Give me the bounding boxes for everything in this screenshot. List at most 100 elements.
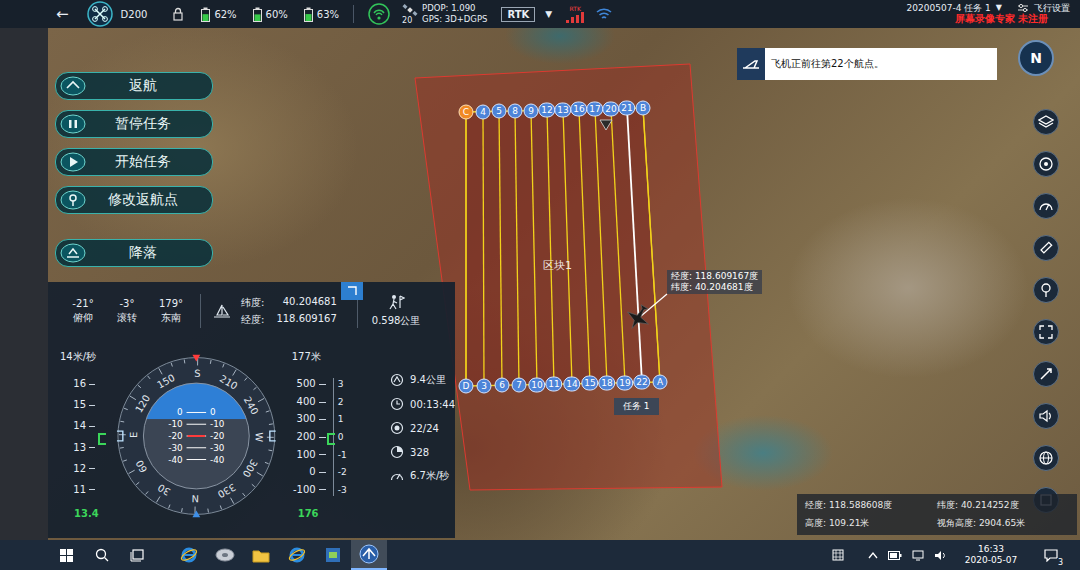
tool-button[interactable]: [1033, 151, 1059, 177]
network-icon[interactable]: [912, 550, 924, 561]
taskbar-app[interactable]: [243, 540, 279, 570]
waypoint[interactable]: 20: [602, 101, 619, 116]
waypoint[interactable]: 3: [477, 378, 492, 393]
instruments: 14米/秒16151413121113.4N3060E120150S210240…: [48, 340, 455, 538]
keyboard-icon[interactable]: [832, 549, 844, 561]
vertical-speed-tick: 0: [338, 431, 355, 443]
command-label: 返航: [87, 77, 198, 95]
waypoint[interactable]: 5: [492, 104, 507, 119]
disk-icon: [215, 547, 235, 563]
tail-pointer-icon: [192, 510, 200, 517]
roll-label: 滚转: [117, 311, 137, 325]
tool-button[interactable]: [1033, 193, 1059, 219]
vertical-speed-tick: 3: [338, 378, 355, 390]
task-view-button[interactable]: [120, 540, 156, 570]
rtk-mode[interactable]: RTK: [501, 7, 535, 22]
waypoint[interactable]: 10: [528, 377, 545, 392]
waypoint[interactable]: 13: [554, 102, 571, 117]
rtk-dropdown[interactable]: ▼: [545, 9, 552, 19]
start-button[interactable]: [48, 540, 84, 570]
altitude-tick: 400: [286, 396, 316, 408]
stat-value: 328: [410, 447, 429, 458]
command-button[interactable]: 降落: [55, 239, 213, 267]
command-button[interactable]: 修改返航点: [55, 186, 213, 214]
view-latitude: 纬度: 40.214252度: [937, 499, 1069, 512]
heading-label: N: [191, 493, 199, 504]
waypoint[interactable]: B: [636, 101, 651, 116]
command-label: 暂停任务: [87, 115, 198, 133]
taskbar-app[interactable]: [207, 540, 243, 570]
waypoint[interactable]: 16: [570, 102, 587, 117]
waypoint[interactable]: 18: [598, 376, 615, 391]
satellite-count: 20: [402, 4, 418, 25]
pitch-label: -40: [168, 455, 183, 465]
waypoint[interactable]: A: [653, 375, 668, 390]
flight-leg: [563, 110, 572, 384]
aircraft-symbol-icon: [188, 435, 206, 437]
clock-time[interactable]: 16:33: [978, 544, 1004, 555]
speed-tick: 16: [73, 378, 86, 390]
collapse-tab[interactable]: [341, 282, 363, 300]
roll-marker-icon: [117, 431, 123, 441]
clock-date[interactable]: 2020-05-07: [965, 555, 1017, 566]
drone-icon[interactable]: [87, 1, 113, 27]
flight-leg: [611, 109, 625, 383]
stat-value: 9.4公里: [410, 373, 446, 387]
flight-leg: [531, 111, 537, 385]
fullscreen-icon: [1038, 324, 1054, 340]
taskbar-app[interactable]: [315, 540, 351, 570]
taskbar-app[interactable]: [351, 540, 387, 570]
tool-button[interactable]: [1033, 235, 1059, 261]
search-button[interactable]: [84, 540, 120, 570]
waypoint[interactable]: 22: [633, 375, 650, 390]
tool-button[interactable]: [1033, 361, 1059, 387]
document-icon: [325, 547, 341, 563]
waypoint[interactable]: 8: [508, 103, 523, 118]
waypoint[interactable]: D: [459, 379, 474, 394]
tick-mark: [89, 489, 95, 490]
mission-name[interactable]: 20200507-4 任务 1: [907, 3, 991, 14]
settings-icon[interactable]: [1017, 3, 1029, 13]
pitch-line: [187, 436, 207, 437]
back-button[interactable]: ←: [56, 5, 69, 23]
flight-area: [466, 108, 660, 386]
tool-button[interactable]: [1033, 319, 1059, 345]
battery-tray-icon[interactable]: [888, 551, 902, 560]
tool-button[interactable]: [1033, 403, 1059, 429]
waypoint[interactable]: 14: [563, 376, 580, 391]
tool-button[interactable]: [1033, 109, 1059, 135]
taskbar-app[interactable]: [279, 540, 315, 570]
compass[interactable]: N: [1018, 40, 1054, 76]
command-button[interactable]: 开始任务: [55, 148, 213, 176]
taskbar-app[interactable]: [171, 540, 207, 570]
mission-dropdown[interactable]: ▼: [996, 3, 1002, 13]
waypoint[interactable]: 9: [524, 103, 539, 118]
vertical-speed-tick: -2: [338, 466, 355, 478]
chevron-up-icon[interactable]: [868, 551, 878, 559]
land-icon: [59, 242, 87, 264]
waypoint[interactable]: 19: [616, 375, 633, 390]
command-button[interactable]: 返航: [55, 72, 213, 100]
waypoint[interactable]: 11: [545, 377, 562, 392]
battery: 60%: [253, 7, 288, 22]
waypoint[interactable]: 21: [618, 101, 635, 116]
waypoint[interactable]: 15: [581, 376, 598, 391]
volume-icon[interactable]: [934, 550, 946, 561]
waypoint[interactable]: 17: [586, 102, 603, 117]
waypoint[interactable]: C: [459, 105, 474, 120]
notification: 飞机正前往第22个航点。: [737, 48, 997, 80]
waypoint[interactable]: 7: [512, 377, 527, 392]
target-icon: [1038, 156, 1054, 172]
altitude-reading: 176: [286, 508, 364, 519]
search-icon: [95, 548, 109, 562]
tool-button[interactable]: [1033, 277, 1059, 303]
tool-button[interactable]: [1033, 445, 1059, 471]
waypoint[interactable]: 12: [538, 103, 555, 118]
clock[interactable]: 16:332020-05-07: [962, 544, 1020, 566]
battery-icon: [304, 7, 313, 22]
waypoint[interactable]: 4: [476, 104, 491, 119]
notification-center[interactable]: 3: [1038, 542, 1064, 568]
flight-settings[interactable]: 飞行设置: [1034, 3, 1070, 14]
waypoint[interactable]: 6: [495, 378, 510, 393]
command-button[interactable]: 暂停任务: [55, 110, 213, 138]
